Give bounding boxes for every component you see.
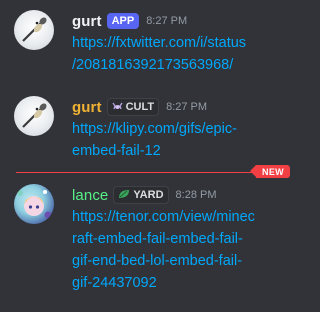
- app-tag: APP: [106, 13, 140, 29]
- spoon-figure-avatar-image: [22, 103, 47, 128]
- message-2: gurt CULT 8:27 PM https://klipy.com/gifs…: [0, 96, 302, 162]
- message-link[interactable]: https://klipy.com/gifs/epic- embed-fail-…: [72, 118, 297, 162]
- guild-tag-label: CULT: [125, 101, 155, 113]
- timestamp[interactable]: 8:27 PM: [166, 101, 207, 113]
- message-link[interactable]: https://tenor.com/view/minec raft-embed-…: [72, 206, 297, 294]
- message-header: lance YARD 8:28 PM: [72, 184, 217, 206]
- link-line[interactable]: https://fxtwitter.com/i/status: [72, 32, 297, 54]
- user-avatar[interactable]: [14, 96, 54, 136]
- link-line[interactable]: gif-end-bed-lol-embed-fail-: [72, 250, 297, 272]
- message-3: lance YARD 8:28 PM https://tenor.com/vie…: [0, 184, 302, 296]
- author-name[interactable]: gurt: [72, 13, 102, 30]
- message-link[interactable]: https://fxtwitter.com/i/status /20818163…: [72, 32, 297, 76]
- leaf-icon: [118, 189, 130, 202]
- link-line[interactable]: /2081816392173563968/: [72, 54, 297, 76]
- guild-tag[interactable]: CULT: [106, 98, 160, 116]
- link-line[interactable]: https://klipy.com/gifs/epic-: [72, 118, 297, 140]
- message-header: gurt APP 8:27 PM: [72, 10, 187, 32]
- timestamp[interactable]: 8:28 PM: [176, 189, 217, 201]
- spoon-figure-avatar-image: [22, 17, 47, 42]
- link-line[interactable]: https://tenor.com/view/minec: [72, 206, 297, 228]
- link-line[interactable]: gif-24437092: [72, 272, 297, 294]
- new-messages-badge: NEW: [250, 165, 290, 178]
- message-header: gurt CULT 8:27 PM: [72, 96, 207, 118]
- guild-tag[interactable]: YARD: [113, 186, 169, 204]
- guild-tag-label: YARD: [133, 189, 164, 201]
- crab-icon: [112, 101, 123, 114]
- link-line[interactable]: embed-fail-12: [72, 140, 297, 162]
- user-avatar[interactable]: [14, 10, 54, 50]
- link-line[interactable]: raft-embed-fail-embed-fail-: [72, 228, 297, 250]
- user-avatar[interactable]: [14, 184, 54, 224]
- author-name[interactable]: lance: [72, 187, 108, 204]
- timestamp[interactable]: 8:27 PM: [146, 15, 187, 27]
- message-1: gurt APP 8:27 PM https://fxtwitter.com/i…: [0, 10, 302, 80]
- anime-girl-avatar-image: [17, 190, 52, 219]
- author-name[interactable]: gurt: [72, 99, 102, 116]
- new-messages-divider: [16, 172, 262, 173]
